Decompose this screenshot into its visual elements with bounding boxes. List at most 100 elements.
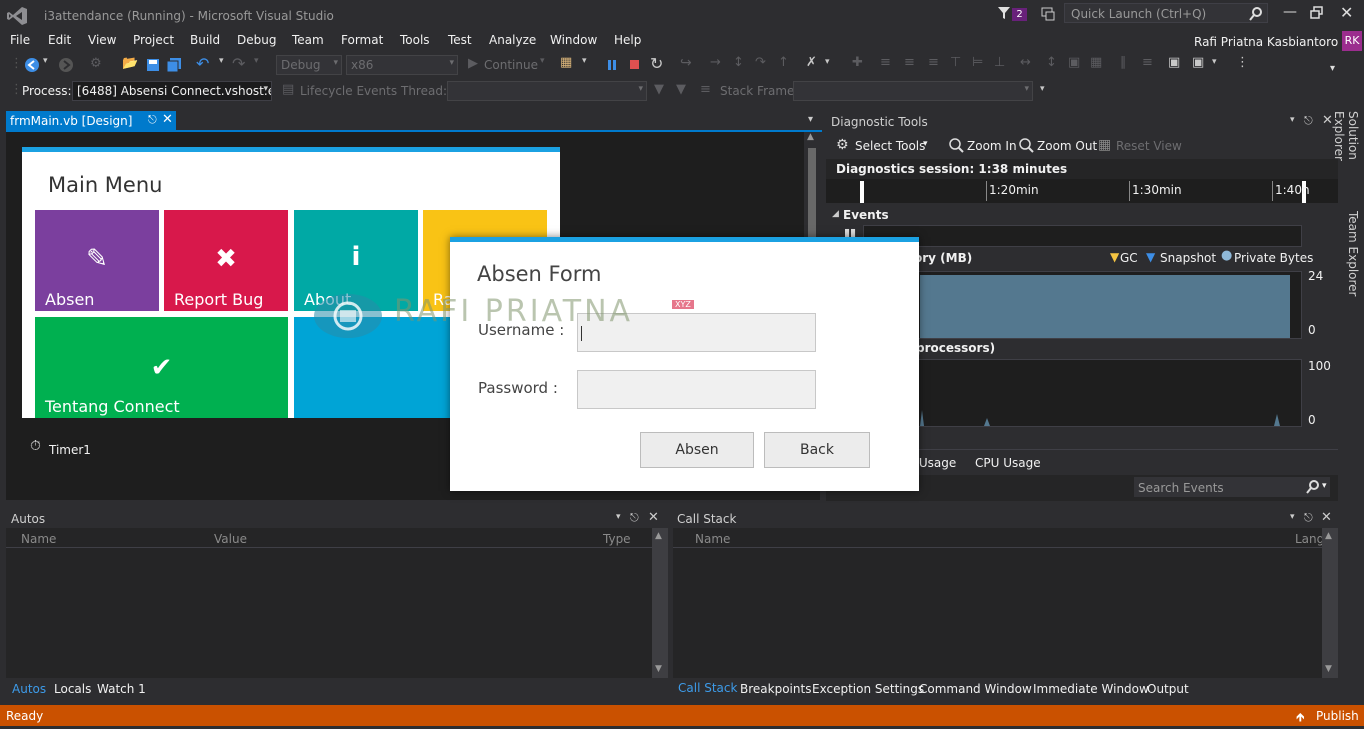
- toolbar-options-icon[interactable]: ▾: [1040, 84, 1045, 94]
- timeline-ruler[interactable]: 1:20min 1:30min 1:40n: [826, 179, 1338, 203]
- stack-frame-icon[interactable]: ≡: [700, 82, 711, 97]
- notifications-button[interactable]: [997, 6, 1011, 23]
- call-stack-vertical-scrollbar[interactable]: ▲ ▼: [1322, 528, 1338, 678]
- pin-icon[interactable]: ⎋: [148, 113, 157, 127]
- layout-dropdown-icon[interactable]: ▾: [1212, 57, 1217, 67]
- tab-watch-1[interactable]: Watch 1: [97, 682, 146, 696]
- navigate-back-icon[interactable]: [24, 57, 40, 73]
- panel-menu-icon[interactable]: ▾: [616, 512, 621, 522]
- tab-frmmain-design[interactable]: frmMain.vb [Design] ⎋ ✕: [6, 111, 176, 131]
- solution-config-select[interactable]: Debug ▾: [276, 55, 342, 75]
- pin-icon[interactable]: ⎋: [1304, 511, 1313, 525]
- scroll-up-icon[interactable]: ▲: [1325, 531, 1332, 541]
- same-size-icon[interactable]: ▣: [1068, 55, 1080, 70]
- absen-button[interactable]: Absen: [640, 432, 754, 468]
- save-icon[interactable]: [146, 58, 160, 72]
- align-middle-icon[interactable]: ⊨: [972, 55, 983, 70]
- vertical-spacing-icon[interactable]: ≡: [1142, 55, 1153, 70]
- attach-dropdown-icon[interactable]: ▾: [582, 56, 587, 66]
- step-into-icon[interactable]: →: [710, 55, 721, 70]
- tile-about[interactable]: i About: [294, 210, 418, 311]
- username-input[interactable]: [577, 313, 816, 352]
- tab-exception-settings[interactable]: Exception Settings: [812, 682, 924, 696]
- toggle-breakpoints-icon[interactable]: ✗: [806, 55, 817, 70]
- align-top-icon[interactable]: ⊤: [950, 55, 961, 70]
- redo-dropdown-icon[interactable]: ▾: [254, 56, 259, 66]
- tile-tentang-connect[interactable]: ✔ Tentang Connect: [35, 317, 288, 418]
- menu-edit[interactable]: Edit: [48, 33, 71, 47]
- attach-process-icon[interactable]: ▦: [560, 55, 572, 70]
- tab-overflow-dropdown-icon[interactable]: ▾: [808, 114, 813, 125]
- new-project-icon[interactable]: ⚙: [90, 56, 102, 71]
- search-options-dropdown-icon[interactable]: ▾: [1322, 481, 1327, 491]
- close-panel-icon[interactable]: ✕: [648, 510, 659, 525]
- panel-menu-icon[interactable]: ▾: [1290, 512, 1295, 522]
- step-over-icon[interactable]: ↕: [733, 55, 744, 70]
- stop-icon[interactable]: [629, 59, 640, 70]
- tab-command-window[interactable]: Command Window: [919, 682, 1032, 696]
- scroll-down-icon[interactable]: ▼: [655, 664, 662, 674]
- send-to-back-icon[interactable]: ▣: [1192, 55, 1204, 70]
- close-tab-icon[interactable]: ✕: [162, 112, 173, 127]
- align-right-icon[interactable]: ≡: [928, 55, 939, 70]
- menu-debug[interactable]: Debug: [237, 33, 276, 47]
- column-name[interactable]: Name: [695, 532, 730, 546]
- menu-test[interactable]: Test: [448, 33, 472, 47]
- reset-view-button[interactable]: Reset View: [1116, 139, 1182, 153]
- scroll-up-icon[interactable]: ▲: [655, 531, 662, 541]
- feedback-icon[interactable]: [1040, 6, 1056, 22]
- restart-icon[interactable]: ↻: [650, 54, 663, 73]
- user-name[interactable]: Rafi Priatna Kasbiantoro: [1194, 35, 1338, 49]
- side-tab-solution-explorer[interactable]: Solution Explorer: [1332, 111, 1360, 203]
- side-tab-team-explorer[interactable]: Team Explorer: [1344, 211, 1360, 301]
- thread-select[interactable]: ▾: [447, 81, 647, 101]
- select-tools-button[interactable]: Select Tools: [855, 139, 925, 153]
- cpu-chart[interactable]: [863, 359, 1302, 427]
- column-lang[interactable]: Lang: [1295, 532, 1322, 546]
- step-out-icon[interactable]: ↷: [755, 55, 766, 70]
- same-width-icon[interactable]: ↔: [1020, 55, 1031, 70]
- events-collapse-icon[interactable]: ◢: [832, 209, 839, 219]
- undo-icon[interactable]: ↶: [196, 54, 209, 73]
- menu-window[interactable]: Window: [550, 33, 597, 47]
- menu-build[interactable]: Build: [190, 33, 220, 47]
- scroll-down-icon[interactable]: ▼: [1325, 664, 1332, 674]
- menu-team[interactable]: Team: [292, 33, 324, 47]
- password-input[interactable]: [577, 370, 816, 409]
- tab-call-stack[interactable]: Call Stack: [678, 681, 737, 695]
- toolbar-options-icon[interactable]: ⋮: [1236, 55, 1249, 70]
- minimize-button[interactable]: —: [1280, 4, 1300, 24]
- scroll-up-icon[interactable]: ▲: [807, 132, 814, 142]
- events-track[interactable]: [863, 225, 1302, 247]
- autos-vertical-scrollbar[interactable]: ▲ ▼: [652, 528, 668, 678]
- pin-icon[interactable]: ⎋: [630, 511, 639, 525]
- close-window-button[interactable]: ✕: [1340, 3, 1353, 22]
- menu-format[interactable]: Format: [341, 33, 383, 47]
- back-dropdown-icon[interactable]: ▾: [43, 56, 48, 66]
- align-bottom-icon[interactable]: ⊥: [994, 55, 1005, 70]
- quick-launch-input[interactable]: Quick Launch (Ctrl+Q): [1064, 3, 1268, 23]
- menu-tools[interactable]: Tools: [400, 33, 430, 47]
- select-tools-dropdown-icon[interactable]: ▾: [923, 139, 928, 149]
- continue-dropdown-icon[interactable]: ▾: [540, 56, 545, 66]
- align-center-icon[interactable]: ≡: [904, 55, 915, 70]
- tab-cpu-usage[interactable]: CPU Usage: [975, 456, 1041, 470]
- same-height-icon[interactable]: ↕: [1046, 55, 1057, 70]
- process-select[interactable]: [6488] Absensi Connect.vshost.exe ▾: [72, 81, 272, 101]
- tile-absen[interactable]: ✎ Absen: [35, 210, 159, 311]
- tab-breakpoints[interactable]: Breakpoints: [740, 682, 811, 696]
- timeline-start-handle[interactable]: [860, 181, 864, 203]
- column-name[interactable]: Name: [21, 532, 56, 546]
- lifecycle-events-button[interactable]: Lifecycle Events: [300, 84, 397, 98]
- menu-project[interactable]: Project: [133, 33, 174, 47]
- redo-icon[interactable]: ↷: [232, 54, 245, 73]
- menu-view[interactable]: View: [88, 33, 116, 47]
- bring-to-front-icon[interactable]: ▣: [1168, 55, 1180, 70]
- show-next-statement-icon[interactable]: ↪: [680, 55, 692, 71]
- user-avatar[interactable]: RK: [1342, 31, 1362, 51]
- stack-frame-select[interactable]: ▾: [793, 81, 1033, 101]
- tab-autos[interactable]: Autos: [12, 682, 46, 696]
- show-flagged-icon[interactable]: ▼: [676, 82, 686, 97]
- tab-output[interactable]: Output: [1147, 682, 1189, 696]
- size-to-grid-icon[interactable]: ▦: [1090, 55, 1102, 70]
